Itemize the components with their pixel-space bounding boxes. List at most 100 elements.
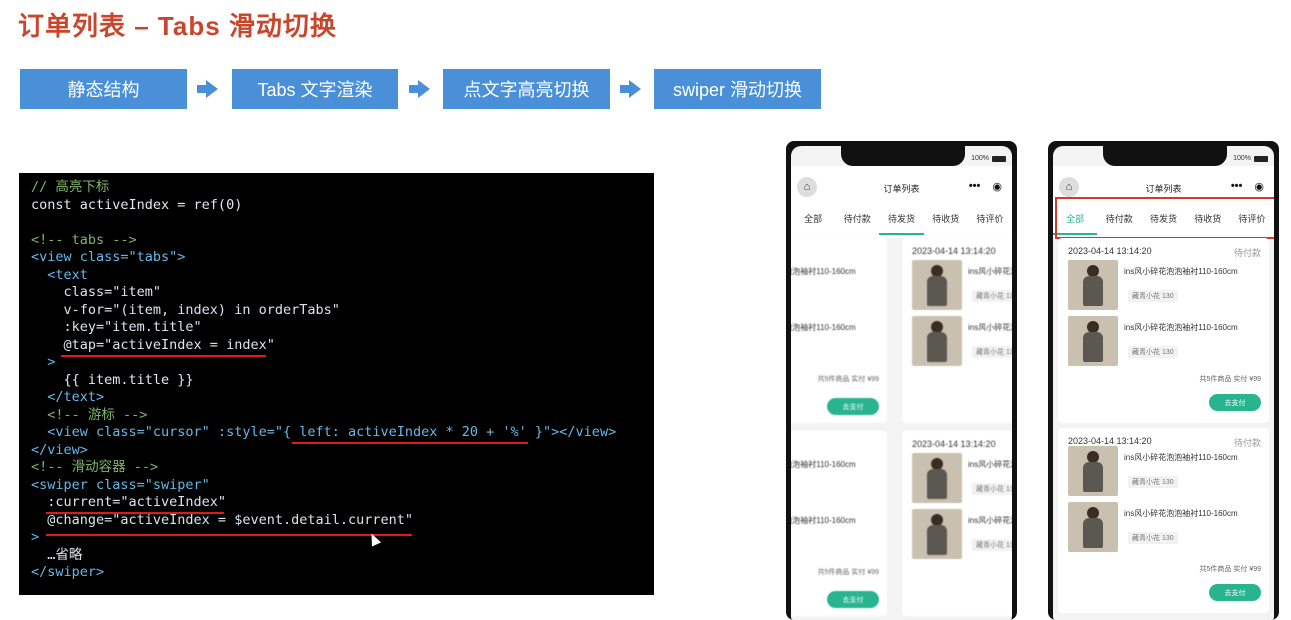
order-head: 2023-04-14 13:14:20 待付款 bbox=[1068, 246, 1261, 259]
phone-mockup: 100% ⌂ 订单列表 ••• ◉ 全部 待付款 待发货 待收货 待评价 2023… bbox=[1048, 141, 1279, 620]
underline-highlight bbox=[46, 534, 412, 536]
product-image bbox=[912, 316, 962, 366]
product-image bbox=[912, 260, 962, 310]
goods-item[interactable]: ins风小碎花泡泡袖衬110-160cm 藏青小花 130 bbox=[1068, 316, 1268, 368]
order-summary: 共5件商品 实付 ¥99 bbox=[817, 569, 879, 576]
tab-pending-receive[interactable]: 待收货 bbox=[924, 204, 968, 238]
code-line: v-for="(item, index) in orderTabs" bbox=[31, 302, 340, 318]
order-time: 2023-04-14 13:14:20 bbox=[1068, 246, 1152, 256]
code-line: <view class="cursor" :style="{ left: act… bbox=[31, 424, 617, 440]
goods-spec: 藏青小花 130 bbox=[1128, 290, 1178, 302]
pay-button[interactable]: 去支付 bbox=[827, 398, 879, 415]
order-card: 2023-04-14 13:14:20待付款 ins风小碎花泡泡袖衬110-16… bbox=[1058, 428, 1269, 613]
tabs-highlight-box bbox=[1055, 197, 1274, 239]
step-tap-highlight: 点文字高亮切换 bbox=[443, 69, 610, 109]
underline-highlight bbox=[61, 355, 266, 357]
pay-button[interactable]: 去支付 bbox=[827, 591, 879, 608]
goods-name: ins风小碎花泡泡袖衬110-160cm bbox=[968, 323, 1012, 332]
goods-item[interactable]: ins风小碎花泡泡袖衬110-160cm 藏青小花 130 bbox=[1068, 502, 1268, 554]
order-card: ins风小碎花泡泡袖衬110-160cm ins风小碎花泡泡袖衬110-160c… bbox=[791, 431, 887, 616]
tab-cursor bbox=[879, 233, 924, 235]
code-line: <!-- 滑动容器 --> bbox=[31, 459, 159, 475]
goods-spec: 藏青小花 130 bbox=[972, 483, 1012, 495]
order-card: 2023-04-14 13:14:20待付款 ins风小碎花泡泡袖衬110-16… bbox=[902, 238, 1012, 423]
code-line: </text> bbox=[31, 389, 105, 405]
goods-item: ins风小碎花泡泡袖衬110-160cm 藏青小花 130 bbox=[912, 509, 1012, 561]
goods-spec: 藏青小花 130 bbox=[1128, 476, 1178, 488]
code-block: // 高亮下标 const activeIndex = ref(0) <!-- … bbox=[19, 173, 654, 595]
phone-notch bbox=[1103, 146, 1227, 166]
goods-name: ins风小碎花泡泡袖衬110-160cm bbox=[1124, 453, 1238, 462]
step-static-structure: 静态结构 bbox=[20, 69, 187, 109]
code-line: <!-- 游标 --> bbox=[31, 407, 148, 423]
close-icon[interactable]: ◉ bbox=[992, 180, 1002, 193]
tab-pending-review[interactable]: 待评价 bbox=[968, 204, 1012, 238]
pay-button[interactable]: 去支付 bbox=[1209, 584, 1261, 601]
phone-notch bbox=[841, 146, 965, 166]
goods-item: ins风小碎花泡泡袖衬110-160cm bbox=[791, 509, 886, 561]
goods-item: ins风小碎花泡泡袖衬110-160cm 藏青小花 130 bbox=[912, 453, 1012, 505]
goods-item: ins风小碎花泡泡袖衬110-160cm bbox=[791, 453, 886, 505]
code-line: :key="item.title" bbox=[31, 319, 202, 335]
goods-name: ins风小碎花泡泡袖衬110-160cm bbox=[968, 460, 1012, 469]
step-tabs-render: Tabs 文字渲染 bbox=[232, 69, 398, 109]
code-line: class="item" bbox=[31, 284, 162, 300]
capsule-menu[interactable]: ••• ◉ bbox=[969, 180, 1002, 193]
code-line: {{ item.title }} bbox=[31, 372, 194, 388]
battery-indicator: 100% bbox=[971, 155, 1006, 162]
more-icon[interactable]: ••• bbox=[969, 180, 981, 193]
nav-bar: ⌂ 订单列表 ••• ◉ bbox=[791, 166, 1012, 206]
goods-item: ins风小碎花泡泡袖衬110-160cm 藏青小花 130 bbox=[912, 316, 1012, 368]
code-line: …省略 bbox=[31, 547, 83, 563]
phone-screen: 100% ⌂ 订单列表 ••• ◉ 全部 待付款 待发货 待收货 待评价 2023… bbox=[1053, 146, 1274, 620]
order-head: 2023-04-14 13:14:20待付款 bbox=[912, 439, 996, 449]
goods-name: ins风小碎花泡泡袖衬110-160cm bbox=[791, 267, 856, 276]
step-swiper-switch: swiper 滑动切换 bbox=[654, 69, 821, 109]
code-line: <view class="tabs"> bbox=[31, 249, 186, 265]
product-image bbox=[1068, 316, 1118, 366]
order-card: ins风小碎花泡泡袖衬110-160cm ins风小碎花泡泡袖衬110-160c… bbox=[791, 238, 887, 423]
order-summary: 共5件商品 实付 ¥99 bbox=[1199, 566, 1261, 573]
goods-item: ins风小碎花泡泡袖衬110-160cm bbox=[791, 316, 886, 368]
goods-name: ins风小碎花泡泡袖衬110-160cm bbox=[791, 460, 856, 469]
pay-button[interactable]: 去支付 bbox=[1209, 394, 1261, 411]
goods-name: ins风小碎花泡泡袖衬110-160cm bbox=[968, 267, 1012, 276]
goods-spec: 藏青小花 130 bbox=[1128, 532, 1178, 544]
product-image bbox=[912, 509, 962, 559]
tab-pending-pay[interactable]: 待付款 bbox=[835, 204, 879, 238]
code-line: </swiper> bbox=[31, 564, 105, 580]
capsule-menu[interactable]: ••• ◉ bbox=[1231, 180, 1264, 193]
code-line: // 高亮下标 bbox=[31, 179, 110, 195]
goods-item[interactable]: ins风小碎花泡泡袖衬110-160cm 藏青小花 130 bbox=[1068, 260, 1268, 312]
goods-name: ins风小碎花泡泡袖衬110-160cm bbox=[791, 323, 856, 332]
order-status: 待付款 bbox=[1233, 248, 1261, 258]
order-card: 2023-04-14 13:14:20 待付款 ins风小碎花泡泡袖衬110-16… bbox=[1058, 238, 1269, 423]
underline-highlight bbox=[292, 442, 528, 444]
goods-item[interactable]: ins风小碎花泡泡袖衬110-160cm 藏青小花 130 bbox=[1068, 446, 1268, 498]
goods-spec: 藏青小花 130 bbox=[972, 290, 1012, 302]
phone-mockup-swiping: 100% ⌂ 订单列表 •••◉ 全部 待付款 待发货 待收货 待评价 ins风… bbox=[786, 141, 1017, 620]
goods-item: ins风小碎花泡泡袖衬110-160cm bbox=[791, 260, 886, 312]
phone-screen: 100% ⌂ 订单列表 •••◉ 全部 待付款 待发货 待收货 待评价 ins风… bbox=[791, 146, 1012, 620]
product-image bbox=[1068, 260, 1118, 310]
arrow-right-icon bbox=[409, 80, 431, 98]
goods-spec: 藏青小花 130 bbox=[972, 539, 1012, 551]
arrow-right-icon bbox=[620, 80, 642, 98]
battery-indicator: 100% bbox=[1233, 155, 1268, 162]
code-line: :current="activeIndex" bbox=[31, 494, 227, 510]
code-line: > bbox=[31, 354, 56, 370]
product-image bbox=[1068, 446, 1118, 496]
more-icon[interactable]: ••• bbox=[1231, 180, 1243, 193]
underline-highlight bbox=[46, 512, 224, 514]
swiper-content: ins风小碎花泡泡袖衬110-160cm ins风小碎花泡泡袖衬110-160c… bbox=[791, 238, 1012, 620]
tab-all[interactable]: 全部 bbox=[791, 204, 835, 238]
order-tabs: 全部 待付款 待发货 待收货 待评价 bbox=[791, 204, 1012, 238]
order-card: 2023-04-14 13:14:20待付款 ins风小碎花泡泡袖衬110-16… bbox=[902, 431, 1012, 616]
code-line: @tap="activeIndex = index" bbox=[31, 337, 275, 353]
code-line: </view> bbox=[31, 442, 88, 458]
code-line: @change="activeIndex = $event.detail.cur… bbox=[31, 512, 414, 528]
close-icon[interactable]: ◉ bbox=[1254, 180, 1264, 193]
order-head: 2023-04-14 13:14:20待付款 bbox=[912, 246, 996, 256]
arrow-right-icon bbox=[197, 80, 219, 98]
goods-name: ins风小碎花泡泡袖衬110-160cm bbox=[1124, 267, 1238, 276]
